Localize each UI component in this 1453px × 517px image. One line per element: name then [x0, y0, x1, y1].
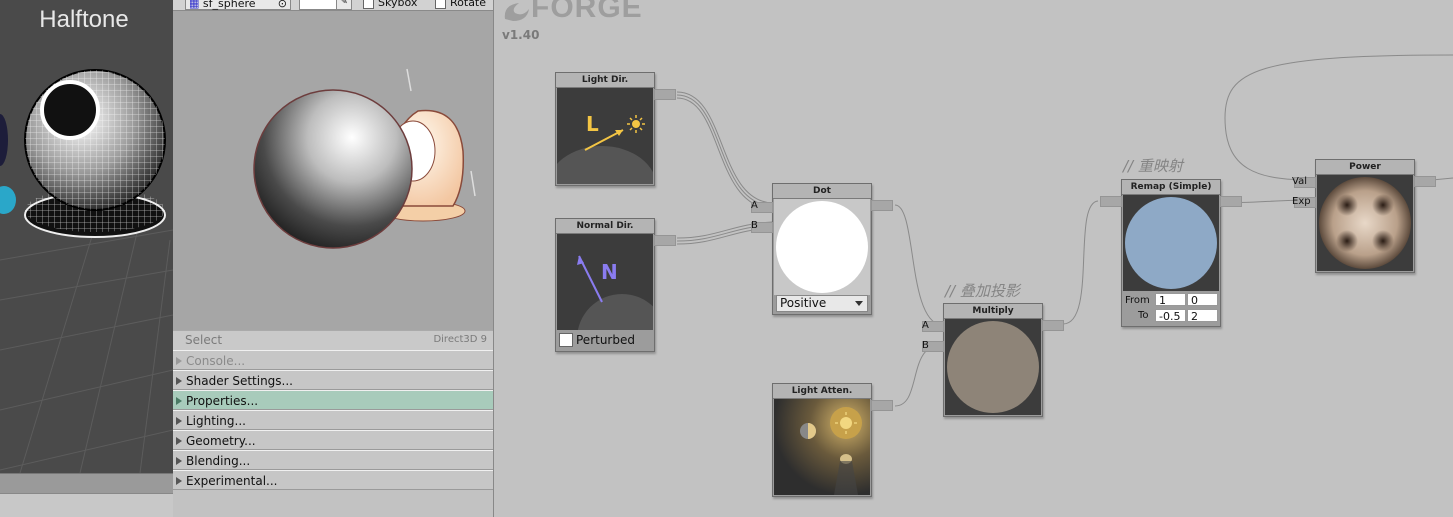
- scene-render: [0, 69, 173, 473]
- sections-empty-area: [173, 490, 493, 517]
- node-title: Power: [1316, 160, 1414, 175]
- port-label-b: B: [751, 220, 758, 231]
- rotate-label: Rotate: [450, 0, 487, 9]
- skybox-checkbox[interactable]: [363, 0, 374, 9]
- section-label: Blending...: [186, 454, 251, 468]
- node-title: Remap (Simple): [1122, 180, 1220, 195]
- port-label-exp: Exp: [1292, 196, 1311, 207]
- select-button[interactable]: Select: [185, 333, 222, 347]
- port-label-b: B: [922, 340, 929, 351]
- port-label-a: A: [751, 200, 758, 211]
- remap-from-label: From: [1125, 295, 1150, 306]
- output-port[interactable]: [871, 200, 893, 211]
- remap-to-min-field[interactable]: -0.5: [1155, 309, 1186, 323]
- graphics-api-label: Direct3D 9: [433, 334, 487, 345]
- section-geometry[interactable]: Geometry...: [173, 430, 493, 450]
- output-port[interactable]: [1414, 176, 1436, 187]
- node-preview: N: [557, 234, 653, 330]
- node-power[interactable]: Power Val Exp: [1292, 159, 1436, 273]
- skybox-label: Skybox: [378, 0, 418, 9]
- dot-mode-dropdown[interactable]: Positive: [776, 295, 868, 312]
- remap-from-max-field[interactable]: 0: [1187, 293, 1218, 307]
- node-multiply[interactable]: Multiply A B: [922, 303, 1064, 417]
- perturbed-label: Perturbed: [576, 333, 635, 347]
- preview-panel: ▦ sf_sphere ⊙ ✎ Skybox Rotate Select Dir…: [173, 0, 494, 517]
- section-console[interactable]: Console...: [173, 350, 493, 370]
- section-label: Console...: [186, 354, 246, 368]
- node-title: Multiply: [944, 304, 1042, 319]
- expand-triangle-icon: [176, 377, 182, 385]
- section-label: Lighting...: [186, 414, 246, 428]
- section-label: Experimental...: [186, 474, 278, 488]
- color-swatch[interactable]: [299, 0, 337, 10]
- expand-triangle-icon: [176, 457, 182, 465]
- rotate-checkbox[interactable]: [435, 0, 446, 9]
- expand-triangle-icon: [176, 477, 182, 485]
- node-preview: [774, 399, 870, 495]
- scene-scrollbar[interactable]: [0, 473, 173, 494]
- dot-mode-value: Positive: [780, 296, 827, 310]
- node-preview: [1317, 175, 1413, 271]
- scene-title: Halftone: [39, 6, 129, 33]
- chevron-down-icon: [855, 301, 863, 306]
- port-label-a: A: [922, 320, 929, 331]
- skybox-toggle[interactable]: Skybox: [363, 0, 417, 9]
- input-port[interactable]: [1100, 196, 1122, 207]
- node-light-dir[interactable]: Light Dir. L: [555, 72, 676, 186]
- multiply-comment: // 叠加投影: [945, 282, 1020, 300]
- remap-from-min-field[interactable]: 1: [1155, 293, 1186, 307]
- section-label: Properties...: [186, 394, 259, 408]
- preview-status-bar: Select Direct3D 9: [173, 330, 493, 351]
- remap-comment: // 重映射: [1123, 157, 1183, 175]
- output-port[interactable]: [654, 235, 676, 246]
- section-properties[interactable]: Properties...: [173, 390, 493, 410]
- node-normal-dir[interactable]: Normal Dir. N Perturbed: [555, 218, 676, 352]
- node-preview: [1123, 195, 1219, 291]
- select-target-icon: ⊙: [277, 0, 287, 10]
- scene-view[interactable]: Halftone: [0, 0, 173, 517]
- preview-toolbar: ▦ sf_sphere ⊙ ✎ Skybox Rotate: [173, 0, 493, 11]
- node-remap[interactable]: Remap (Simple) From 1 0 To -0.5 2: [1100, 179, 1242, 327]
- output-port[interactable]: [871, 400, 893, 411]
- node-title: Light Dir.: [556, 73, 654, 88]
- section-experimental[interactable]: Experimental...: [173, 470, 493, 490]
- eyedropper-icon[interactable]: ✎: [336, 0, 352, 10]
- expand-triangle-icon: [176, 417, 182, 425]
- perturbed-checkbox[interactable]: [559, 333, 573, 347]
- section-shader-settings[interactable]: Shader Settings...: [173, 370, 493, 390]
- node-title: Dot: [773, 184, 871, 199]
- node-title: Light Atten.: [773, 384, 871, 399]
- node-preview: [774, 199, 870, 295]
- light-glyph: L: [586, 112, 599, 136]
- mesh-select-value: sf_sphere: [202, 0, 256, 10]
- expand-triangle-icon: [176, 437, 182, 445]
- remap-to-label: To: [1138, 310, 1149, 321]
- node-light-atten[interactable]: Light Atten.: [772, 383, 893, 497]
- output-port[interactable]: [1042, 320, 1064, 331]
- node-preview: L: [557, 88, 653, 184]
- node-title: Normal Dir.: [556, 219, 654, 234]
- node-preview: [945, 319, 1041, 415]
- output-port[interactable]: [654, 89, 676, 100]
- output-port[interactable]: [1220, 196, 1242, 207]
- shader-preview-viewport[interactable]: [173, 11, 493, 330]
- mesh-select[interactable]: ▦ sf_sphere ⊙: [185, 0, 291, 10]
- node-canvas[interactable]: FORGE v1.40 Light Dir. L Normal Dir. N P…: [497, 0, 1453, 517]
- section-blending[interactable]: Blending...: [173, 450, 493, 470]
- node-dot[interactable]: Dot Positive A B: [751, 183, 893, 315]
- section-label: Geometry...: [186, 434, 256, 448]
- mesh-icon: ▦: [189, 0, 200, 10]
- section-label: Shader Settings...: [186, 374, 293, 388]
- scene-footer: [0, 493, 173, 517]
- section-lighting[interactable]: Lighting...: [173, 410, 493, 430]
- normal-glyph: N: [601, 260, 618, 284]
- expand-triangle-icon: [176, 397, 182, 405]
- remap-to-max-field[interactable]: 2: [1187, 309, 1218, 323]
- expand-triangle-icon: [176, 357, 182, 365]
- port-label-val: Val: [1292, 176, 1307, 187]
- rotate-toggle[interactable]: Rotate: [435, 0, 486, 9]
